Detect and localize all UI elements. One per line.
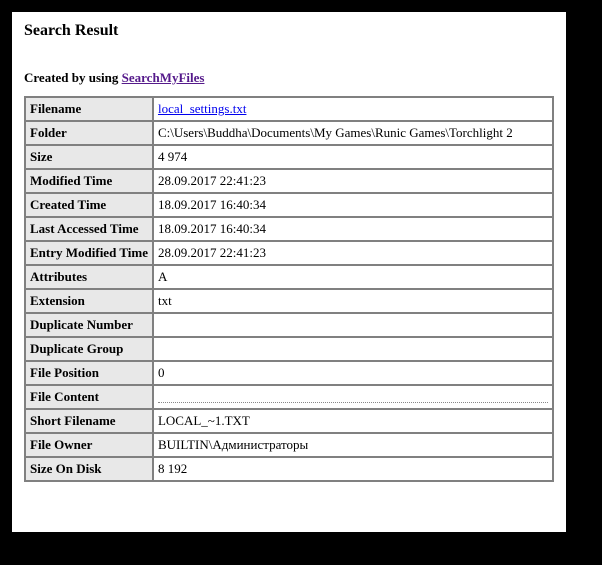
row-value: 8 192 xyxy=(153,457,553,481)
row-value: local_settings.txt xyxy=(153,97,553,121)
row-value xyxy=(153,313,553,337)
row-label: Size On Disk xyxy=(25,457,153,481)
row-value: LOCAL_~1.TXT xyxy=(153,409,553,433)
row-value: A xyxy=(153,265,553,289)
row-value: 18.09.2017 16:40:34 xyxy=(153,193,553,217)
table-row: Entry Modified Time28.09.2017 22:41:23 xyxy=(25,241,553,265)
table-row: File Position0 xyxy=(25,361,553,385)
row-label: Created Time xyxy=(25,193,153,217)
row-value: 4 974 xyxy=(153,145,553,169)
table-row: Duplicate Group xyxy=(25,337,553,361)
row-label: Duplicate Number xyxy=(25,313,153,337)
page-title: Search Result xyxy=(24,22,554,40)
table-row: Modified Time28.09.2017 22:41:23 xyxy=(25,169,553,193)
searchmyfiles-link[interactable]: SearchMyFiles xyxy=(122,70,205,85)
row-value: BUILTIN\Администраторы xyxy=(153,433,553,457)
row-value xyxy=(153,385,553,409)
filename-link[interactable]: local_settings.txt xyxy=(158,101,246,116)
row-label: Entry Modified Time xyxy=(25,241,153,265)
row-label: Size xyxy=(25,145,153,169)
row-label: Folder xyxy=(25,121,153,145)
row-label: Attributes xyxy=(25,265,153,289)
table-row: Size On Disk8 192 xyxy=(25,457,553,481)
details-table: Filename local_settings.txt FolderC:\Users… xyxy=(24,96,554,482)
row-label: File Content xyxy=(25,385,153,409)
created-prefix: Created by using xyxy=(24,70,122,85)
row-value: txt xyxy=(153,289,553,313)
table-row: File OwnerBUILTIN\Администраторы xyxy=(25,433,553,457)
created-by-line: Created by using SearchMyFiles xyxy=(24,70,554,86)
table-row: Created Time18.09.2017 16:40:34 xyxy=(25,193,553,217)
row-label: Duplicate Group xyxy=(25,337,153,361)
row-label: File Owner xyxy=(25,433,153,457)
table-row: Filename local_settings.txt xyxy=(25,97,553,121)
dotted-line xyxy=(158,392,548,403)
row-label: Filename xyxy=(25,97,153,121)
table-row: Last Accessed Time18.09.2017 16:40:34 xyxy=(25,217,553,241)
row-value xyxy=(153,337,553,361)
row-label: Last Accessed Time xyxy=(25,217,153,241)
table-row: Short FilenameLOCAL_~1.TXT xyxy=(25,409,553,433)
row-value: 28.09.2017 22:41:23 xyxy=(153,241,553,265)
row-label: Modified Time xyxy=(25,169,153,193)
table-row: AttributesA xyxy=(25,265,553,289)
table-row: Size4 974 xyxy=(25,145,553,169)
row-label: Short Filename xyxy=(25,409,153,433)
row-value: 0 xyxy=(153,361,553,385)
table-row: Extensiontxt xyxy=(25,289,553,313)
table-row: Duplicate Number xyxy=(25,313,553,337)
row-label: Extension xyxy=(25,289,153,313)
table-row: File Content xyxy=(25,385,553,409)
row-label: File Position xyxy=(25,361,153,385)
row-value: C:\Users\Buddha\Documents\My Games\Runic… xyxy=(153,121,553,145)
row-value: 28.09.2017 22:41:23 xyxy=(153,169,553,193)
table-row: FolderC:\Users\Buddha\Documents\My Games… xyxy=(25,121,553,145)
row-value: 18.09.2017 16:40:34 xyxy=(153,217,553,241)
page-container: Search Result Created by using SearchMyF… xyxy=(12,12,566,532)
